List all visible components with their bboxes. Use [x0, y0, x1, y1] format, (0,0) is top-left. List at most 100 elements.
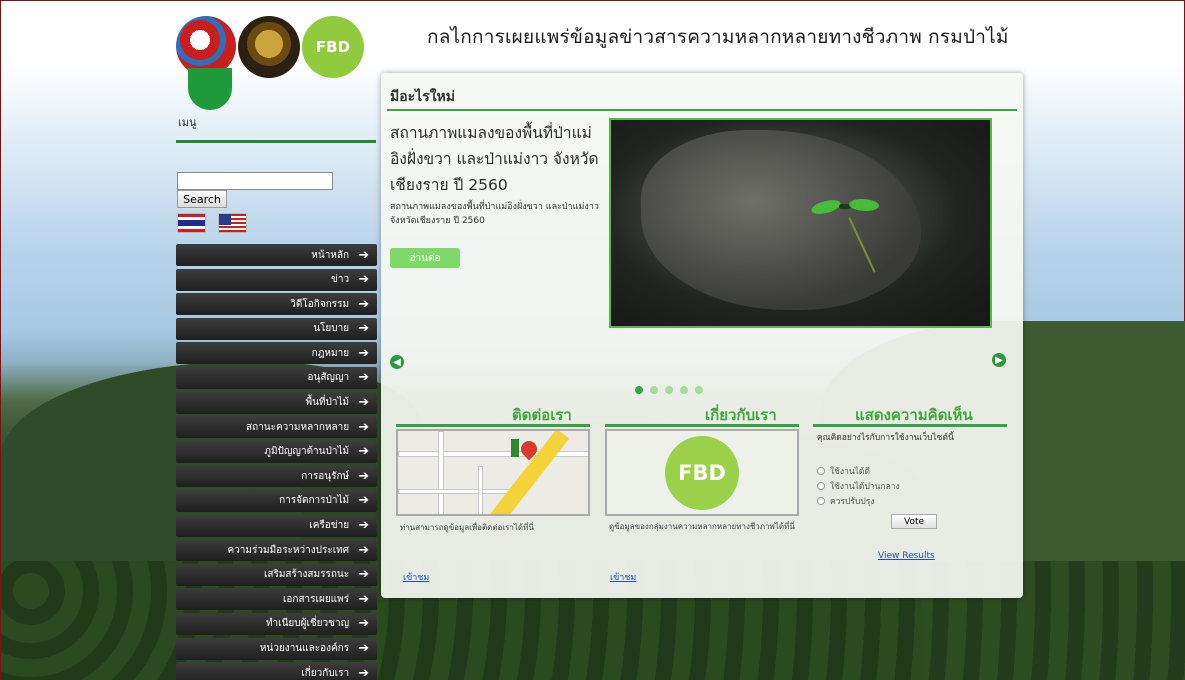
slider-dots: [635, 386, 703, 394]
contact-link[interactable]: เข้าชม: [403, 570, 429, 584]
sidebar-item-conservation[interactable]: การอนุรักษ์ ➔: [176, 465, 377, 488]
header-logos: FBD: [174, 12, 379, 110]
radio-button[interactable]: [817, 481, 825, 490]
sidebar-item-law[interactable]: กฎหมาย ➔: [176, 342, 377, 365]
dragonfly-shape: [810, 195, 881, 217]
sidebar-item-label: กฎหมาย: [311, 347, 350, 359]
arrow-right-icon: ➔: [358, 272, 369, 288]
sidebar-item-organizations[interactable]: หน่วยงานและองค์กร ➔: [176, 637, 377, 660]
sidebar-item-home[interactable]: หน้าหลัก ➔: [176, 244, 377, 266]
sidebar-item-label: ข่าว: [331, 274, 350, 286]
vote-button[interactable]: Vote: [891, 514, 937, 529]
poll-option[interactable]: ใช้งานได้ปานกลาง: [817, 478, 900, 493]
arrow-right-icon: ➔: [358, 567, 369, 583]
poll-option-label: ใช้งานได้ดี: [830, 466, 870, 477]
slide-description: สถานภาพแมลงของพื้นที่ป่าแม่อิงฝั่งขวา แล…: [390, 202, 599, 226]
menu-divider: [176, 140, 376, 143]
arrow-right-icon: ➔: [358, 641, 369, 656]
map-road: [478, 466, 483, 514]
arrow-right-icon: ➔: [358, 468, 369, 484]
search-button[interactable]: Search: [177, 190, 227, 208]
sidebar-item-label: อนุสัญญา: [307, 372, 350, 384]
poll-options: ใช้งานได้ดี ใช้งานได้ปานกลาง ควรปรับปรุง: [817, 463, 900, 508]
sidebar-item-label: เครือข่าย: [309, 520, 350, 532]
arrow-right-icon: ➔: [358, 395, 369, 411]
sidebar-item-international[interactable]: ความร่วมมือระหว่างประเทศ ➔: [176, 539, 377, 562]
fbd-logo[interactable]: FBD: [302, 16, 364, 78]
sidebar-item-label: ทำเนียบผู้เชี่ยวชาญ: [265, 618, 350, 630]
sidebar-nav: หน้าหลัก ➔ ข่าว ➔ วิดีโอกิจกรรม ➔ นโยบาย ➔ ก…: [176, 244, 377, 680]
contact-map-image[interactable]: [396, 429, 590, 516]
sidebar-item-forest-area[interactable]: พื้นที่ป่าไม้ ➔: [176, 391, 377, 414]
slider-dot[interactable]: [680, 386, 688, 394]
slide-image-dragonfly[interactable]: [609, 118, 992, 328]
slider-next-icon[interactable]: ▶: [992, 353, 1006, 367]
slider-dot[interactable]: [650, 386, 658, 394]
slider-dot[interactable]: [695, 386, 703, 394]
comment-divider: [813, 424, 1007, 427]
rock-shape: [641, 130, 921, 310]
sidebar-item-publications[interactable]: เอกสารเผยแพร่ ➔: [176, 588, 377, 611]
sidebar-item-diversity-status[interactable]: สถานะความหลากหลาย ➔: [176, 416, 377, 439]
view-results-link[interactable]: View Results: [878, 551, 935, 561]
sidebar-item-convention[interactable]: อนุสัญญา ➔: [176, 366, 377, 389]
sidebar-item-label: การจัดการป่าไม้: [279, 495, 350, 507]
dragonfly-wing: [810, 198, 842, 216]
about-image[interactable]: FBD: [605, 429, 799, 516]
site-title: กลไกการเผยแพร่ข้อมูลข่าวสารความหลากหลายท…: [427, 26, 1009, 48]
sidebar-item-forest-management[interactable]: การจัดการป่าไม้ ➔: [176, 489, 377, 512]
map-road: [398, 489, 518, 494]
arrow-right-icon: ➔: [358, 665, 369, 680]
map-road: [398, 451, 588, 457]
slider-dot[interactable]: [665, 386, 673, 394]
section-divider: [387, 109, 1017, 111]
about-link[interactable]: เข้าชม: [610, 570, 636, 584]
map-marker-green-icon: [511, 439, 519, 457]
sidebar-item-experts[interactable]: ทำเนียบผู้เชี่ยวชาญ ➔: [176, 612, 377, 635]
read-more-button[interactable]: อ่านต่อ: [390, 248, 460, 268]
slide-headline[interactable]: สถานภาพแมลงของพื้นที่ป่าแม่อิงฝั่งขวา แล…: [390, 120, 605, 198]
sidebar-item-label: สถานะความหลากหลาย: [246, 421, 350, 433]
sidebar-item-capacity[interactable]: เสริมสร้างสมรรถนะ ➔: [176, 563, 377, 586]
us-flag-icon[interactable]: [218, 213, 247, 233]
contact-description: ท่านสามารถดูข้อมูลเพื่อติดต่อเราได้ที่นี…: [400, 523, 534, 532]
map-road: [438, 431, 444, 514]
arrow-right-icon: ➔: [358, 345, 369, 361]
globe-logo[interactable]: [176, 16, 236, 76]
about-description: ดูข้อมูลของกลุ่มงานความหลากหลายทางชีวภาพ…: [609, 522, 795, 531]
thai-flag-icon[interactable]: [177, 213, 206, 233]
arrow-right-icon: ➔: [358, 591, 369, 607]
slider-prev-icon[interactable]: ◀: [390, 355, 404, 369]
dragonfly-wing: [848, 196, 880, 214]
royal-seal-logo[interactable]: [238, 16, 300, 78]
arrow-right-icon: ➔: [358, 542, 369, 558]
arrow-right-icon: ➔: [358, 370, 369, 386]
sidebar-item-label: เอกสารเผยแพร่: [282, 593, 350, 605]
sidebar-item-label: วิดีโอกิจกรรม: [290, 298, 350, 310]
radio-button[interactable]: [817, 496, 825, 505]
menu-label: เมนู: [178, 116, 197, 129]
sidebar-item-about[interactable]: เกี่ยวกับเรา ➔: [176, 662, 377, 680]
fbd-logo: FBD: [665, 435, 739, 510]
sidebar-item-forest-wisdom[interactable]: ภูมิปัญญาด้านป่าไม้ ➔: [176, 440, 377, 463]
sidebar-item-policy[interactable]: นโยบาย ➔: [176, 317, 377, 340]
sidebar-item-network[interactable]: เครือข่าย ➔: [176, 514, 377, 537]
sidebar-item-label: หน่วยงานและองค์กร: [259, 643, 350, 654]
poll-option[interactable]: ใช้งานได้ดี: [817, 463, 900, 478]
section-title: มีอะไรใหม่: [390, 89, 456, 105]
radio-button[interactable]: [817, 466, 825, 475]
poll-option-label: ควรปรับปรุง: [830, 496, 875, 507]
search-input[interactable]: [177, 172, 333, 190]
globe-logo-ribbon: [188, 68, 232, 110]
sidebar-item-news[interactable]: ข่าว ➔: [176, 268, 377, 291]
slider-dot[interactable]: [635, 386, 643, 394]
sidebar-item-label: พื้นที่ป่าไม้: [305, 397, 350, 409]
sidebar-item-label: เสริมสร้างสมรรถนะ: [263, 569, 350, 581]
arrow-right-icon: ➔: [358, 296, 369, 312]
arrow-right-icon: ➔: [358, 493, 369, 509]
sidebar-item-videos[interactable]: วิดีโอกิจกรรม ➔: [176, 293, 377, 316]
sidebar-item-label: นโยบาย: [313, 323, 350, 335]
poll-option[interactable]: ควรปรับปรุง: [817, 493, 900, 508]
sidebar-item-label: เกี่ยวกับเรา: [301, 667, 350, 679]
arrow-right-icon: ➔: [358, 321, 369, 337]
